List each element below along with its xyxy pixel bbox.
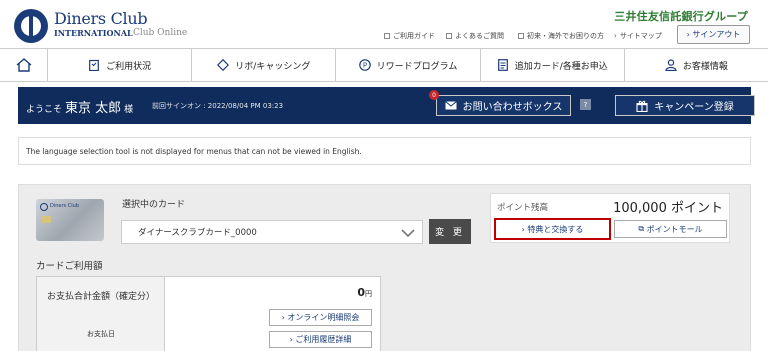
nav-rewards[interactable]: P リワードプログラム [336, 49, 481, 81]
usage-history-button[interactable]: › ご利用履歴詳細 [269, 331, 372, 348]
nav-usage[interactable]: ご利用状況 [48, 49, 193, 81]
welcome-bar: ようこそ 東京 太郎 様 前回サインオン : 2022/08/04 PM 03:… [18, 87, 755, 124]
chevron-right-icon: › [614, 32, 617, 40]
language-notice: The language selection tool is not displ… [18, 137, 751, 165]
util-link-sitemap[interactable]: › サイトマップ [614, 31, 662, 41]
nav-additional-card-label: 追加カード/各種お申込 [514, 61, 608, 72]
user-name: 東京 太郎 [65, 101, 122, 116]
online-statement-label: オンライン明細照会 [287, 313, 360, 322]
home-button[interactable] [0, 49, 48, 81]
util-link-label: 初来・海外でお困りの方 [527, 32, 604, 40]
change-card-button[interactable]: 変 更 [429, 219, 471, 244]
brand-online: Club Online [133, 28, 188, 38]
nav-revolving-label: リボ/キャッシング [235, 61, 311, 72]
usage-table: お支払合計金額（確定分） お支払日 0円 › オンライン明細照会 › ご利用履歴… [36, 276, 381, 351]
points-value: 100,000 ポイント [613, 201, 723, 216]
points-label: ポイント残高 [497, 203, 549, 213]
gift-icon [636, 100, 648, 112]
campaign-label: キャンペーン登録 [654, 102, 734, 113]
external-link-icon: ⧉ [638, 224, 647, 233]
exchange-points-button[interactable]: › 特典と交換する [494, 218, 611, 240]
greeting-text: ようこそ [26, 105, 63, 115]
nav-customer-info-label: お客様情報 [682, 61, 728, 72]
total-label: お支払合計金額（確定分） [46, 292, 155, 302]
user-icon [665, 59, 677, 71]
util-link-label: ご利用ガイド [393, 32, 435, 40]
square-icon [518, 33, 524, 39]
nav-rewards-label: リワードプログラム [376, 61, 458, 72]
nav-additional-card[interactable]: 追加カード/各種お申込 [481, 49, 625, 81]
selected-card-label: 選択中のカード [122, 200, 186, 210]
diamond-icon [217, 59, 230, 71]
card-chip-icon [42, 216, 51, 223]
inbox-button[interactable]: お問い合わせボックス [436, 95, 571, 116]
signout-label: サインアウト [692, 30, 741, 39]
total-amount: 0円 [357, 286, 372, 299]
bank-group-name: 三井住友信託銀行グループ [614, 10, 748, 23]
diners-logo[interactable] [14, 9, 48, 43]
amount-value: 0 [357, 286, 365, 299]
honorific: 様 [124, 105, 134, 115]
due-date-label: お支払日 [87, 330, 115, 338]
points-icon: P [358, 59, 371, 71]
card-logo-icon [40, 203, 48, 211]
nav-usage-label: ご利用状況 [106, 61, 152, 72]
logo-bar [29, 13, 33, 39]
card-select-value: ダイナースクラブカード_0000 [138, 228, 257, 238]
clipboard-icon [88, 59, 100, 71]
util-link-help[interactable]: 初来・海外でお困りの方 [518, 31, 604, 41]
nav-revolving[interactable]: リボ/キャッシング [192, 49, 337, 81]
util-link-label: サイトマップ [619, 32, 662, 40]
chevron-down-icon [400, 225, 416, 241]
brand-name: Diners Club [54, 9, 148, 28]
util-link-guide[interactable]: ご利用ガイド [384, 31, 435, 41]
signout-button[interactable]: › サインアウト [677, 25, 750, 44]
document-icon [497, 59, 509, 71]
home-icon [16, 58, 31, 72]
brand-sub: INTERNATIONAL [54, 28, 133, 38]
util-link-faq[interactable]: よくあるご質問 [446, 31, 504, 41]
nav-customer-info[interactable]: お客様情報 [625, 49, 768, 81]
online-statement-button[interactable]: › オンライン明細照会 [269, 309, 372, 326]
card-select[interactable]: ダイナースクラブカード_0000 [121, 220, 423, 244]
usage-history-label: ご利用履歴詳細 [295, 335, 352, 344]
help-icon[interactable]: ? [580, 99, 591, 110]
card-image: Diners Club [36, 199, 104, 241]
main-nav: ご利用状況 リボ/キャッシング P リワードプログラム 追加カード/各種お申込 … [0, 48, 768, 82]
campaign-button[interactable]: キャンペーン登録 [615, 95, 755, 116]
usage-header-cell: お支払合計金額（確定分） お支払日 [37, 277, 165, 351]
mall-label: ポイントモール [646, 224, 703, 234]
exchange-label: 特典と交換する [527, 224, 584, 234]
square-icon [384, 33, 390, 39]
util-link-label: よくあるご質問 [455, 32, 504, 40]
svg-text:P: P [363, 62, 367, 70]
usage-title: カードご利用額 [36, 261, 103, 272]
card-panel: Diners Club 選択中のカード ダイナースクラブカード_0000 変 更… [18, 184, 751, 351]
site-header: Diners Club INTERNATIONAL Club Online 三井… [0, 0, 768, 48]
yen-unit: 円 [365, 290, 372, 298]
point-mall-button[interactable]: ⧉ ポイントモール [614, 220, 727, 238]
inbox-count-badge: 0 [429, 90, 439, 100]
envelope-icon [444, 101, 457, 110]
card-print: Diners Club [50, 203, 79, 209]
inbox-label: お問い合わせボックス [462, 102, 563, 113]
last-signin: 前回サインオン : 2022/08/04 PM 03:23 [152, 102, 284, 110]
welcome-greeting: ようこそ 東京 太郎 様 [26, 97, 133, 116]
square-icon [446, 33, 452, 39]
points-box: ポイント残高 100,000 ポイント › 特典と交換する ⧉ ポイントモール [490, 193, 730, 243]
